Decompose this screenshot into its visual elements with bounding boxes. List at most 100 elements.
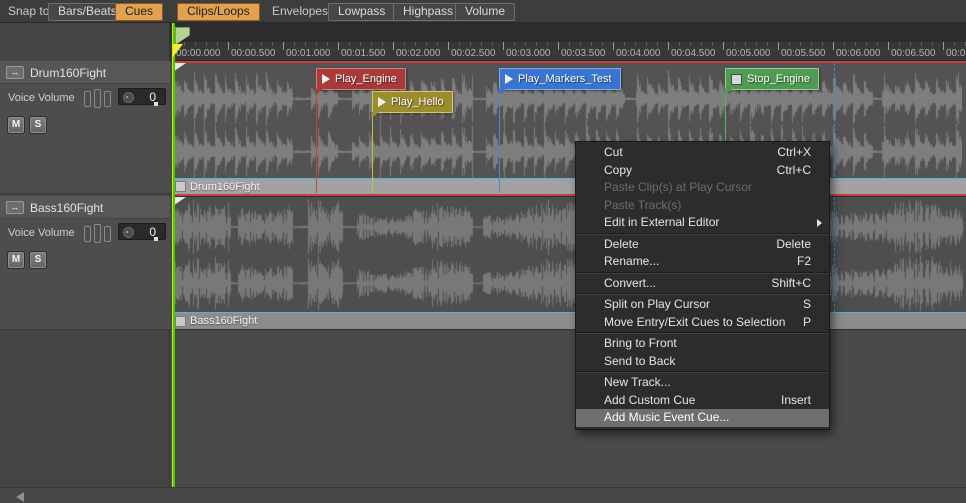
menu-item-paste-clip-s-at-play-cursor: Paste Clip(s) at Play Cursor xyxy=(576,179,829,197)
envelope-button-lowpass[interactable]: Lowpass xyxy=(328,3,395,21)
solo-button[interactable]: S xyxy=(29,251,47,269)
menu-item-copy[interactable]: CopyCtrl+C xyxy=(576,162,829,180)
menu-item-add-music-event-cue[interactable]: Add Music Event Cue... xyxy=(576,409,829,427)
ruler-tick xyxy=(767,42,768,46)
ruler-tick xyxy=(723,42,724,50)
ruler-tick xyxy=(811,42,812,46)
menu-item-add-custom-cue[interactable]: Add Custom CueInsert xyxy=(576,392,829,410)
track-header-bass[interactable]: ↔ Bass160Fight Voice Volume 0 M S xyxy=(0,196,170,330)
track-controls: Voice Volume 0 M S xyxy=(0,84,170,184)
ruler-tick xyxy=(690,42,691,46)
ruler-tick xyxy=(745,42,746,46)
clip-color-chip xyxy=(175,181,186,192)
ruler-tick xyxy=(481,42,482,46)
ruler-tick xyxy=(591,42,592,46)
snap-button-clips-loops[interactable]: Clips/Loops xyxy=(177,3,260,21)
scroll-left-icon[interactable] xyxy=(16,492,24,502)
ruler-tick xyxy=(646,42,647,46)
snap-button-cues[interactable]: Cues xyxy=(115,3,163,21)
menu-separator xyxy=(576,272,829,274)
cue-flag-play-hello[interactable]: Play_Hello xyxy=(372,91,453,113)
menu-item-delete[interactable]: DeleteDelete xyxy=(576,236,829,254)
envelope-button-volume[interactable]: Volume xyxy=(455,3,515,21)
menu-item-edit-in-external-editor[interactable]: Edit in External Editor xyxy=(576,214,829,232)
menu-separator xyxy=(576,293,829,295)
menu-item-bring-to-front[interactable]: Bring to Front xyxy=(576,335,829,353)
ruler-tick xyxy=(712,42,713,46)
meter-icon xyxy=(84,224,111,243)
clip-bass160fight[interactable]: Bass160Fight xyxy=(173,196,966,330)
menu-item-new-track[interactable]: New Track... xyxy=(576,374,829,392)
volume-knob[interactable] xyxy=(123,92,134,103)
menu-item-move-entry-exit-cues-to-selection[interactable]: Move Entry/Exit Cues to SelectionP xyxy=(576,314,829,332)
cue-flag-play-markers-test[interactable]: Play_Markers_Test xyxy=(499,68,621,90)
flag-tail xyxy=(316,89,323,95)
ruler-tick xyxy=(360,42,361,46)
ruler-time-label: 00:03.500 xyxy=(561,48,606,59)
volume-knob[interactable] xyxy=(123,227,134,238)
ruler-time-label: 00:05.000 xyxy=(726,48,771,59)
ruler-tick xyxy=(756,42,757,46)
ruler-time-label: 00:05.500 xyxy=(781,48,826,59)
solo-button[interactable]: S xyxy=(29,116,47,134)
exit-cue-line xyxy=(834,197,835,312)
envelope-button-highpass[interactable]: Highpass xyxy=(393,3,463,21)
time-ruler[interactable]: 00:00.00000:00.50000:01.00000:01.50000:0… xyxy=(170,42,966,61)
menu-item-send-to-back[interactable]: Send to Back xyxy=(576,353,829,371)
volume-slider-dot xyxy=(154,237,158,241)
track-header-panel: ↔ Drum160Fight Voice Volume 0 M S ↔ xyxy=(0,23,170,487)
ruler-tick xyxy=(239,42,240,46)
ruler-tick xyxy=(503,42,504,50)
submenu-arrow-icon xyxy=(817,219,822,227)
ruler-tick xyxy=(580,42,581,46)
volume-field[interactable]: 0 xyxy=(118,88,166,105)
ruler-tick xyxy=(217,42,218,46)
menu-separator xyxy=(576,332,829,334)
play-cursor-head-icon[interactable] xyxy=(173,44,183,57)
ruler-tick xyxy=(943,42,944,50)
mute-button[interactable]: M xyxy=(7,251,25,269)
menu-item-label: Paste Clip(s) at Play Cursor xyxy=(604,179,752,197)
cue-flag-label: Play_Engine xyxy=(335,73,397,85)
menu-item-split-on-play-cursor[interactable]: Split on Play CursorS xyxy=(576,296,829,314)
ruler-tick xyxy=(459,42,460,46)
cue-lane[interactable] xyxy=(170,23,966,42)
clip-arrows-icon: ↔ xyxy=(6,201,24,214)
menu-item-rename[interactable]: Rename...F2 xyxy=(576,253,829,271)
volume-field[interactable]: 0 xyxy=(118,223,166,240)
menu-item-shortcut: Ctrl+X xyxy=(777,144,811,162)
cue-flag-stop-engine[interactable]: Stop_Engine xyxy=(725,68,819,90)
ruler-tick xyxy=(855,42,856,46)
cue-flag-play-engine[interactable]: Play_Engine xyxy=(316,68,406,90)
ruler-time-label: 00:01.000 xyxy=(286,48,331,59)
ruler-tick xyxy=(910,42,911,46)
ruler-time-label: 00:02.500 xyxy=(451,48,496,59)
ruler-time-label: 00:06.000 xyxy=(836,48,881,59)
menu-item-label: Rename... xyxy=(604,253,659,271)
ruler-tick xyxy=(272,42,273,46)
ruler-tick xyxy=(635,42,636,46)
clip-name-bar[interactable]: Drum160Fight xyxy=(173,178,966,194)
ruler-tick xyxy=(954,42,955,46)
music-segment-editor: Snap to: Envelopes: Bars/BeatsCuesClips/… xyxy=(0,0,966,503)
ruler-tick xyxy=(701,42,702,46)
ruler-time-label: 00:04.000 xyxy=(616,48,661,59)
ruler-tick xyxy=(932,42,933,46)
context-menu: CutCtrl+XCopyCtrl+CPaste Clip(s) at Play… xyxy=(575,141,830,430)
ruler-tick xyxy=(195,42,196,46)
ruler-tick xyxy=(415,42,416,46)
snap-to-label: Snap to: xyxy=(8,4,53,18)
menu-item-shortcut: Delete xyxy=(776,236,811,254)
horizontal-scrollbar[interactable] xyxy=(0,487,966,503)
track-header-drum[interactable]: ↔ Drum160Fight Voice Volume 0 M S xyxy=(0,61,170,194)
mute-button[interactable]: M xyxy=(7,116,25,134)
flag-tail xyxy=(499,89,506,95)
track-name: Bass160Fight xyxy=(30,201,103,215)
ruler-tick xyxy=(250,42,251,46)
menu-item-label: Add Custom Cue xyxy=(604,392,695,410)
menu-item-cut[interactable]: CutCtrl+X xyxy=(576,144,829,162)
menu-item-convert[interactable]: Convert...Shift+C xyxy=(576,275,829,293)
ruler-tick xyxy=(833,42,834,50)
ruler-tick xyxy=(800,42,801,46)
clip-name-bar[interactable]: Bass160Fight xyxy=(173,312,966,329)
